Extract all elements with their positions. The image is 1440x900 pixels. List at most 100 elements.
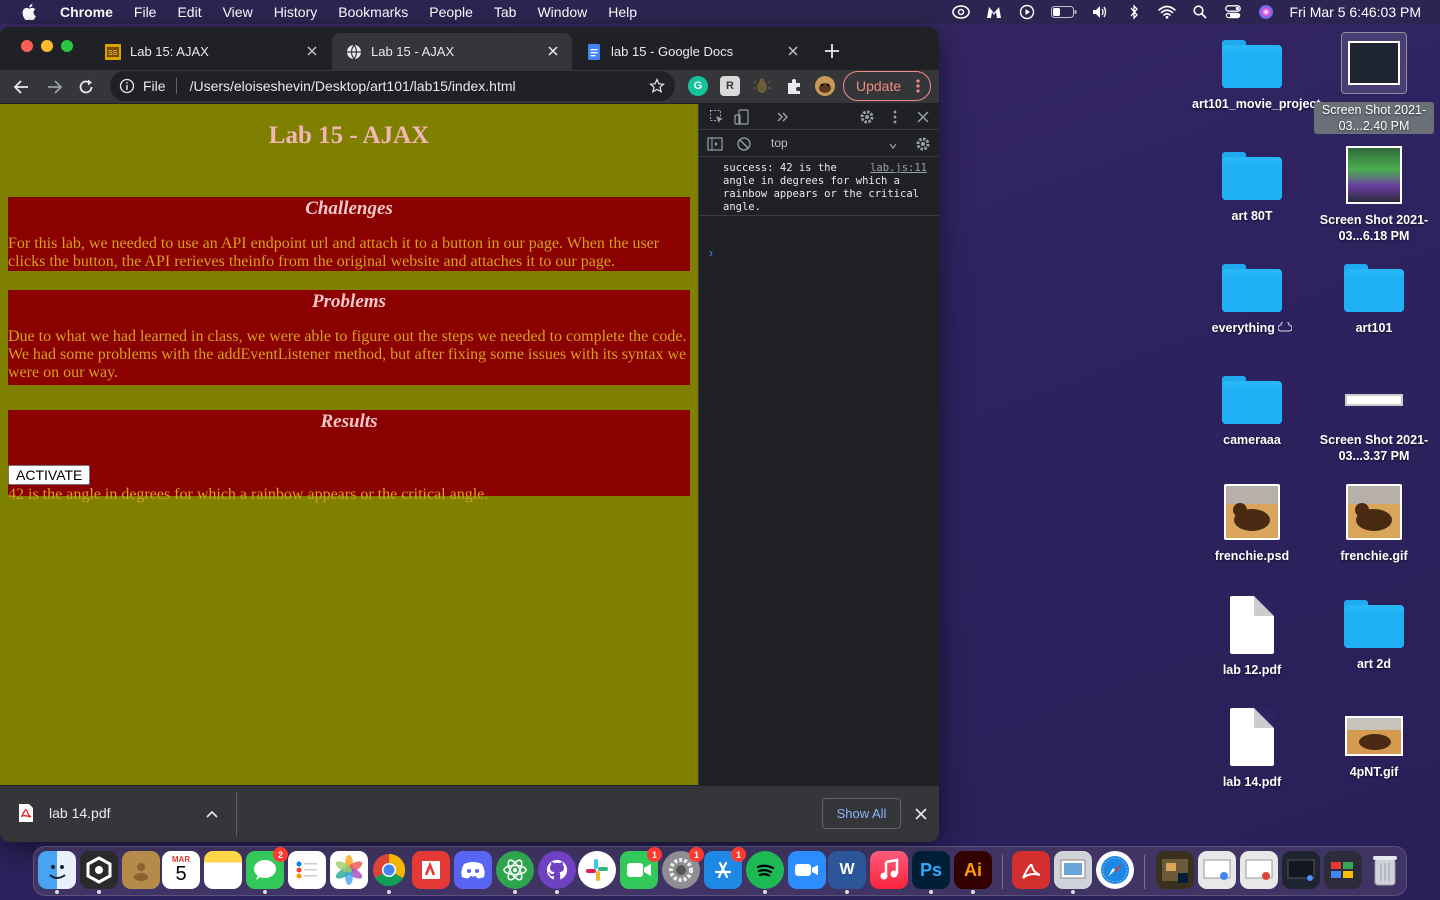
word-icon[interactable]: W <box>828 851 866 889</box>
download-item[interactable]: lab 14.pdf <box>18 804 111 822</box>
music-icon[interactable] <box>870 851 908 889</box>
system-preferences-icon[interactable]: 1 <box>662 847 704 889</box>
atom-icon[interactable] <box>496 851 534 889</box>
preview-icon[interactable] <box>1054 851 1092 889</box>
zoom-icon[interactable] <box>788 851 826 889</box>
facetime-icon[interactable]: 1 <box>620 847 662 889</box>
extensions-puzzle-icon[interactable] <box>784 76 804 96</box>
bookmark-star-icon[interactable] <box>649 78 665 94</box>
show-all-button[interactable]: Show All <box>822 798 901 829</box>
desktop-file-frenchie-psd[interactable]: frenchie.psd <box>1192 484 1312 564</box>
desktop-file-lab12-pdf[interactable]: lab 12.pdf <box>1192 596 1312 678</box>
menu-app-name[interactable]: Chrome <box>60 4 113 20</box>
github-desktop-icon[interactable] <box>538 851 576 889</box>
tab-google-docs[interactable]: lab 15 - Google Docs <box>572 33 812 70</box>
close-tab-icon[interactable] <box>786 44 800 58</box>
close-tab-icon[interactable] <box>546 44 560 58</box>
menu-bookmarks[interactable]: Bookmarks <box>338 4 408 20</box>
desktop-folder-art101[interactable]: art101 <box>1314 264 1434 336</box>
calendar-icon[interactable]: MAR 5 <box>162 851 200 889</box>
recent-photoshop-file-icon[interactable] <box>1156 851 1194 889</box>
messages-icon[interactable]: 2 <box>246 847 288 889</box>
clear-console-icon[interactable] <box>736 136 752 152</box>
app-store-icon[interactable]: 1 <box>704 847 746 889</box>
console-source-link[interactable]: lab.js:11 <box>870 162 927 175</box>
chevron-up-icon[interactable] <box>205 808 219 822</box>
menu-window[interactable]: Window <box>537 4 587 20</box>
device-toolbar-icon[interactable] <box>734 109 750 125</box>
menu-people[interactable]: People <box>429 4 473 20</box>
menu-history[interactable]: History <box>274 4 318 20</box>
contacts-icon[interactable] <box>122 851 160 889</box>
address-bar[interactable]: File /Users/eloiseshevin/Desktop/art101/… <box>110 71 675 101</box>
menu-help[interactable]: Help <box>608 4 637 20</box>
menu-view[interactable]: View <box>223 4 253 20</box>
desktop-screenshot-1[interactable]: Screen Shot 2021-03...2.40 PM <box>1314 32 1434 135</box>
tab-lab15-ajax-active[interactable]: Lab 15 - AJAX <box>332 33 572 70</box>
menu-file[interactable]: File <box>134 4 157 20</box>
vectorworks-icon[interactable] <box>80 851 118 889</box>
trash-icon[interactable] <box>1366 851 1404 889</box>
more-panels-chevron-icon[interactable] <box>774 109 790 125</box>
reload-icon[interactable] <box>76 77 96 97</box>
console-context-select[interactable]: top <box>771 136 788 150</box>
close-shelf-icon[interactable] <box>913 806 929 822</box>
desktop-file-lab14-pdf[interactable]: lab 14.pdf <box>1192 708 1312 790</box>
illustrator-icon[interactable]: Ai <box>954 851 992 889</box>
devtools-menu-icon[interactable] <box>887 109 903 125</box>
downloads-stack-icon[interactable] <box>1324 851 1362 889</box>
desktop-screenshot-3[interactable]: Screen Shot 2021-03...3.37 PM <box>1314 376 1434 464</box>
recent-code-file-icon[interactable] <box>1282 851 1320 889</box>
desktop-screenshot-2[interactable]: Screen Shot 2021-03...6.18 PM <box>1314 146 1434 244</box>
notes-icon[interactable] <box>204 851 242 889</box>
url-text[interactable]: /Users/eloiseshevin/Desktop/art101/lab15… <box>190 78 516 94</box>
close-devtools-icon[interactable] <box>915 109 931 125</box>
wifi-icon[interactable] <box>1157 4 1176 20</box>
grammarly-extension-icon[interactable]: G <box>688 76 708 96</box>
minimize-window-button[interactable] <box>41 40 53 52</box>
recent-web-file-icon[interactable] <box>1240 851 1278 889</box>
readability-extension-icon[interactable]: R <box>720 76 740 96</box>
creative-cloud-icon[interactable] <box>951 4 970 20</box>
desktop-file-frenchie-gif[interactable]: frenchie.gif <box>1314 484 1434 564</box>
desktop-folder-art101-movie-project[interactable]: art101_movie_project <box>1192 40 1321 112</box>
siri-icon[interactable] <box>1257 4 1275 20</box>
desktop-folder-cameraaa[interactable]: cameraaa <box>1192 376 1312 448</box>
menu-edit[interactable]: Edit <box>177 4 201 20</box>
devtools-settings-gear-icon[interactable] <box>859 109 875 125</box>
chrome-icon[interactable] <box>370 851 408 889</box>
close-window-button[interactable] <box>21 40 33 52</box>
zoom-window-button[interactable] <box>61 40 73 52</box>
menu-tab[interactable]: Tab <box>494 4 517 20</box>
menu-clock[interactable]: Fri Mar 5 6:46:03 PM <box>1290 4 1422 20</box>
acrobat-icon[interactable] <box>1012 851 1050 889</box>
console-prompt[interactable]: › <box>709 246 713 260</box>
context-dropdown-icon[interactable] <box>889 138 897 154</box>
control-center-icon[interactable] <box>1224 4 1242 20</box>
volume-icon[interactable] <box>1092 4 1110 20</box>
finder-icon[interactable] <box>38 851 76 889</box>
desktop-folder-art-2d[interactable]: art 2d <box>1314 600 1434 672</box>
desktop-file-4pnt-gif[interactable]: 4pNT.gif <box>1314 716 1434 780</box>
tab-lab15-ajax-image[interactable]: SS Lab 15: AJAX <box>91 33 331 70</box>
spotlight-search-icon[interactable] <box>1191 4 1209 20</box>
inspect-element-icon[interactable] <box>709 109 725 125</box>
photoshop-icon[interactable]: Ps <box>912 851 950 889</box>
reminders-icon[interactable] <box>288 851 326 889</box>
play-circle-icon[interactable] <box>1018 4 1036 20</box>
spotify-icon[interactable] <box>746 851 784 889</box>
malwarebytes-icon[interactable] <box>985 4 1003 20</box>
slack-icon[interactable] <box>578 851 616 889</box>
update-chrome-button[interactable]: Update <box>843 71 931 101</box>
close-tab-icon[interactable] <box>305 44 319 58</box>
bug-extension-icon[interactable] <box>752 76 772 96</box>
recent-document-icon[interactable] <box>1198 851 1236 889</box>
pdf-expert-icon[interactable] <box>412 851 450 889</box>
bluetooth-icon[interactable] <box>1125 4 1143 20</box>
desktop-folder-art-80t[interactable]: art 80T <box>1192 152 1312 224</box>
desktop-folder-everything[interactable]: everything <box>1192 264 1312 336</box>
forward-arrow-icon[interactable] <box>44 77 64 97</box>
info-icon[interactable] <box>119 78 135 94</box>
photos-icon[interactable] <box>330 851 368 889</box>
new-tab-icon[interactable] <box>822 41 842 61</box>
